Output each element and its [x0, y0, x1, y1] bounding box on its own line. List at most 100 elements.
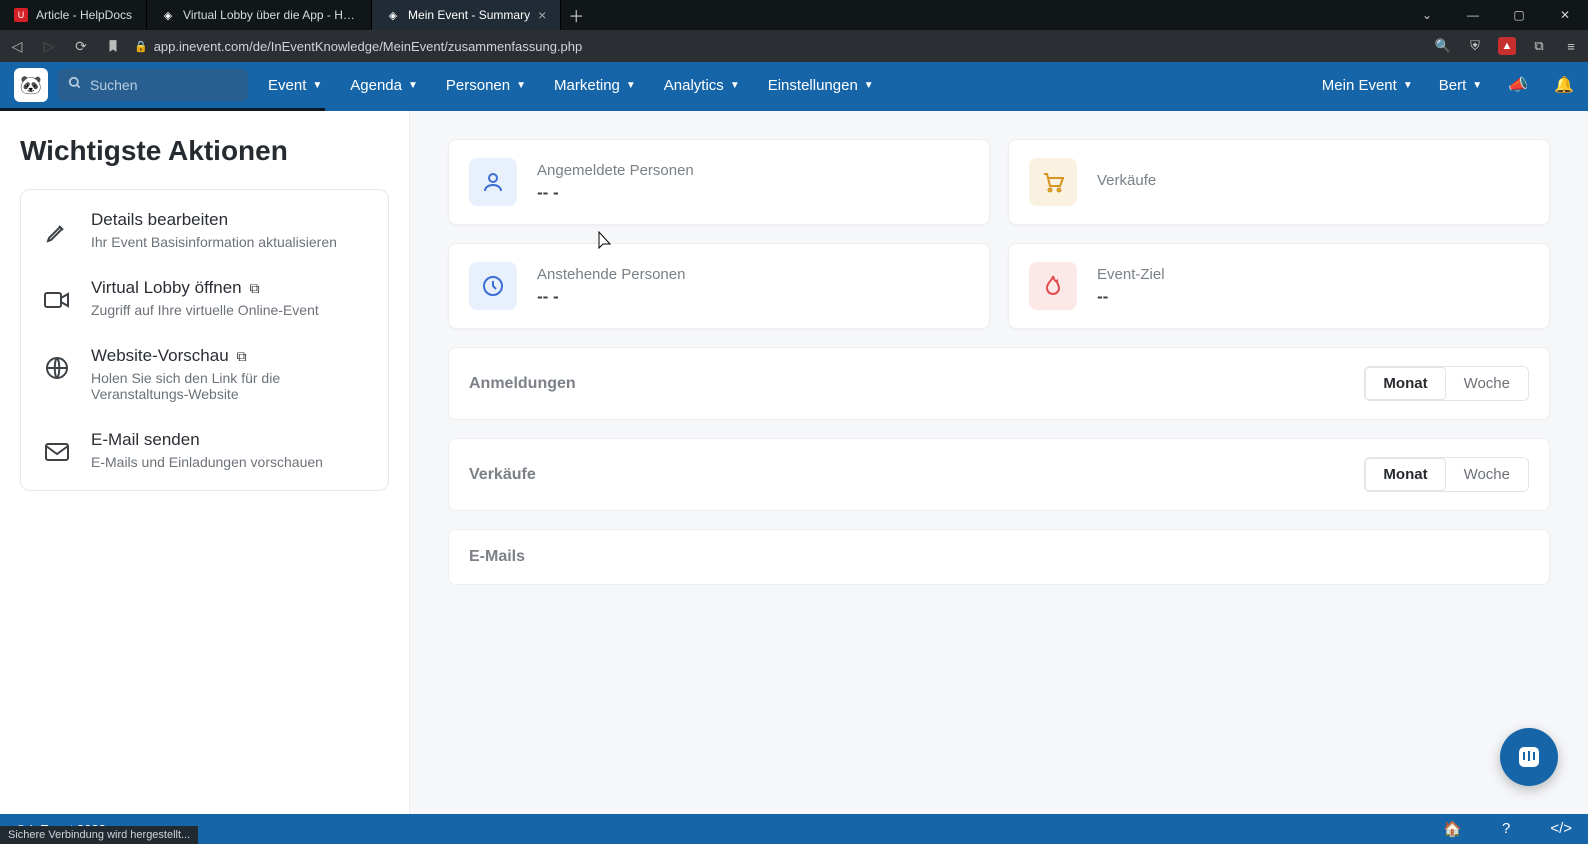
action-title: E-Mail senden — [91, 430, 200, 450]
nav-menu-einstellungen[interactable]: Einstellungen▼ — [768, 77, 874, 94]
stat-label: Event-Ziel — [1097, 266, 1165, 283]
footer-home-icon[interactable]: 🏠 — [1443, 820, 1462, 838]
nav-menu-personen[interactable]: Personen▼ — [446, 77, 526, 94]
address-bar[interactable]: 🔒 app.inevent.com/de/InEventKnowledge/Me… — [134, 34, 1422, 58]
envelope-icon — [39, 434, 75, 470]
seg-week[interactable]: Woche — [1446, 367, 1528, 400]
favicon-helpdocs-icon: U — [14, 8, 28, 22]
stat-goal[interactable]: Event-Ziel -- — [1008, 243, 1550, 329]
intercom-launcher[interactable] — [1500, 728, 1558, 786]
camera-icon — [39, 282, 75, 318]
new-tab-button[interactable]: ＋ — [561, 3, 591, 27]
nav-menu-event[interactable]: Event▼ — [268, 77, 322, 94]
globe-icon — [39, 350, 75, 386]
panel-title: Verkäufe — [469, 466, 536, 484]
lock-icon: 🔒 — [134, 40, 148, 53]
search-icon — [68, 76, 82, 94]
nav-menu-agenda[interactable]: Agenda▼ — [350, 77, 418, 94]
stat-value: -- - — [537, 287, 685, 307]
person-icon — [469, 158, 517, 206]
fire-icon — [1029, 262, 1077, 310]
nav-forward-button[interactable]: ▷ — [38, 35, 60, 57]
context-switcher[interactable]: Mein Event▼ — [1322, 77, 1413, 94]
chevron-down-icon: ▼ — [730, 80, 740, 91]
bell-icon[interactable]: 🔔 — [1554, 75, 1574, 95]
favicon-inevent-icon: ◈ — [386, 8, 400, 22]
action-open-lobby[interactable]: Virtual Lobby öffnen⧉ Zugriff auf Ihre v… — [27, 264, 382, 332]
footer-code-icon[interactable]: </> — [1550, 820, 1572, 838]
seg-month[interactable]: Monat — [1365, 458, 1445, 491]
panel-registrations: Anmeldungen Monat Woche — [448, 347, 1550, 420]
action-send-email[interactable]: E-Mail senden E-Mails und Einladungen vo… — [27, 416, 382, 484]
window-maximize-icon[interactable]: ▢ — [1496, 0, 1542, 30]
seg-month[interactable]: Monat — [1365, 367, 1445, 400]
global-search[interactable] — [58, 69, 248, 101]
browser-tab-active[interactable]: ◈ Mein Event - Summary × — [372, 0, 561, 30]
action-sub: E-Mails und Einladungen vorschauen — [91, 454, 323, 470]
clock-icon — [469, 262, 517, 310]
window-dropdown-icon[interactable]: ⌄ — [1404, 0, 1450, 30]
action-sub: Holen Sie sich den Link für die Veransta… — [91, 370, 370, 402]
tab-label: Mein Event - Summary — [408, 8, 530, 22]
panel-sales: Verkäufe Monat Woche — [448, 438, 1550, 511]
browser-menu-icon[interactable]: ≡ — [1560, 35, 1582, 57]
stat-registered[interactable]: Angemeldete Personen -- - — [448, 139, 990, 225]
action-edit-details[interactable]: Details bearbeiten Ihr Event Basisinform… — [27, 196, 382, 264]
tab-label: Virtual Lobby über die App - HelpDocs — [183, 8, 357, 22]
loading-progress — [0, 108, 1588, 111]
favicon-inevent-icon: ◈ — [161, 8, 175, 22]
panel-emails: E-Mails — [448, 529, 1550, 585]
stat-label: Verkäufe — [1097, 172, 1156, 189]
nav-menu-marketing[interactable]: Marketing▼ — [554, 77, 636, 94]
external-link-icon: ⧉ — [250, 280, 260, 297]
browser-tab[interactable]: U Article - HelpDocs — [0, 0, 147, 30]
browser-status-text: Sichere Verbindung wird hergestellt... — [0, 826, 198, 844]
stat-sales[interactable]: Verkäufe — [1008, 139, 1550, 225]
main-content: Angemeldete Personen -- - Verkäufe An — [410, 111, 1588, 814]
pencil-icon — [39, 214, 75, 250]
stat-label: Anstehende Personen — [537, 266, 685, 283]
chevron-down-icon: ▼ — [312, 80, 322, 91]
zoom-icon[interactable]: 🔍 — [1432, 35, 1454, 57]
chevron-down-icon: ▼ — [408, 80, 418, 91]
browser-titlebar: U Article - HelpDocs ◈ Virtual Lobby übe… — [0, 0, 1588, 30]
search-input[interactable] — [90, 77, 238, 93]
chevron-down-icon: ▼ — [864, 80, 874, 91]
sidebar: Wichtigste Aktionen Details bearbeiten I… — [0, 111, 410, 814]
app-topnav: 🐼 Event▼ Agenda▼ Personen▼ Marketing▼ An… — [0, 62, 1588, 108]
pip-icon[interactable]: ⧉ — [1528, 35, 1550, 57]
browser-toolbar: ◁ ▷ ⟳ 🔒 app.inevent.com/de/InEventKnowle… — [0, 30, 1588, 62]
window-close-icon[interactable]: ✕ — [1542, 0, 1588, 30]
panel-title: Anmeldungen — [469, 375, 576, 393]
action-website-preview[interactable]: Website-Vorschau ⧉ Holen Sie sich den Lin… — [27, 332, 382, 416]
warn-ext-icon[interactable]: ▲ — [1496, 35, 1518, 57]
megaphone-icon[interactable]: 📣 — [1508, 75, 1528, 95]
tab-label: Article - HelpDocs — [36, 8, 132, 22]
chevron-down-icon: ▼ — [1403, 80, 1413, 91]
stat-value: -- — [1097, 287, 1165, 307]
action-title: Details bearbeiten — [91, 210, 228, 230]
stat-pending[interactable]: Anstehende Personen -- - — [448, 243, 990, 329]
app-logo-icon[interactable]: 🐼 — [14, 68, 48, 102]
action-sub: Zugriff auf Ihre virtuelle Online-Event — [91, 302, 319, 318]
tab-close-icon[interactable]: × — [538, 7, 546, 23]
bookmark-icon[interactable] — [102, 35, 124, 57]
panel-title: E-Mails — [469, 548, 525, 566]
app-footer: ® InEvent 2022 🏠 ? </> Sichere Verbindun… — [0, 814, 1588, 844]
user-menu[interactable]: Bert▼ — [1439, 77, 1482, 94]
intercom-icon — [1515, 743, 1543, 771]
footer-help-icon[interactable]: ? — [1502, 820, 1510, 838]
shield-ext-icon[interactable]: ⛨ — [1464, 35, 1486, 57]
external-link-icon: ⧉ — [237, 348, 247, 365]
chevron-down-icon: ▼ — [516, 80, 526, 91]
nav-reload-button[interactable]: ⟳ — [70, 35, 92, 57]
window-controls: ⌄ — ▢ ✕ — [1404, 0, 1588, 30]
action-title: Website-Vorschau — [91, 346, 229, 366]
seg-week[interactable]: Woche — [1446, 458, 1528, 491]
window-minimize-icon[interactable]: — — [1450, 0, 1496, 30]
browser-tab[interactable]: ◈ Virtual Lobby über die App - HelpDocs — [147, 0, 372, 30]
nav-back-button[interactable]: ◁ — [6, 35, 28, 57]
segmented-period: Monat Woche — [1364, 366, 1529, 401]
cart-icon — [1029, 158, 1077, 206]
nav-menu-analytics[interactable]: Analytics▼ — [664, 77, 740, 94]
